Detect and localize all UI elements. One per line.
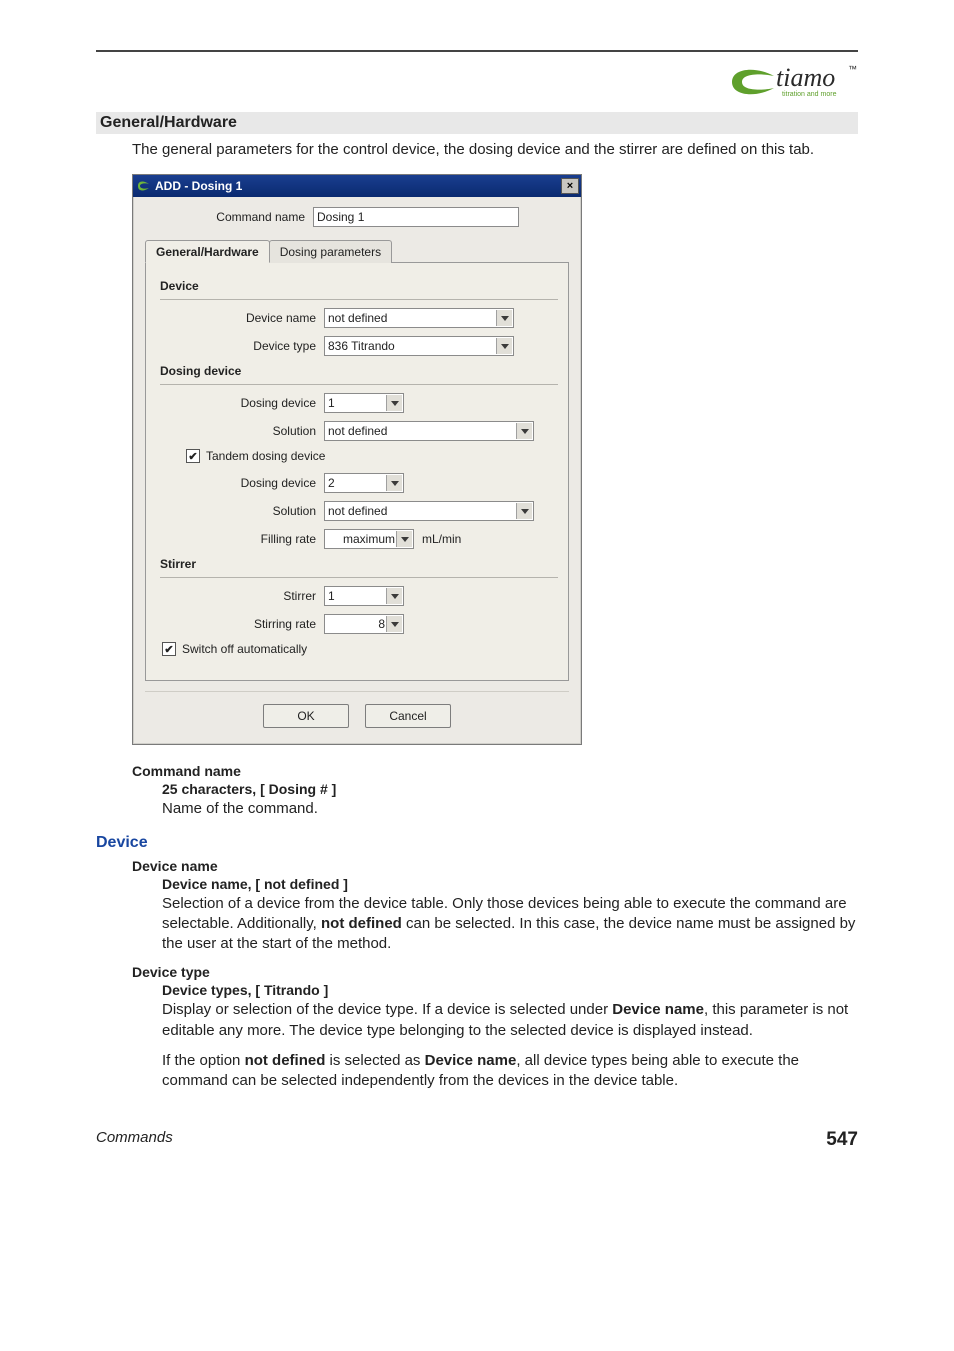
chevron-down-icon bbox=[386, 395, 402, 411]
group-device: Device bbox=[160, 279, 558, 293]
tandem-label: Tandem dosing device bbox=[206, 449, 325, 463]
add-dosing-dialog: ADD - Dosing 1 × Command name Dosing 1 G… bbox=[132, 174, 582, 745]
stirrer-combo[interactable]: 1 bbox=[324, 586, 404, 606]
header-rule bbox=[96, 50, 858, 52]
doc-desc-device-type-p1: Display or selection of the device type.… bbox=[162, 1000, 858, 1041]
brand-logo: tiamo ™ titration and more bbox=[728, 60, 858, 104]
chevron-down-icon bbox=[516, 423, 532, 439]
filling-rate-unit: mL/min bbox=[422, 532, 461, 546]
switch-off-checkbox[interactable]: ✔ bbox=[162, 642, 176, 656]
ok-button[interactable]: OK bbox=[263, 704, 349, 728]
tandem-checkbox[interactable]: ✔ bbox=[186, 449, 200, 463]
chevron-down-icon bbox=[386, 475, 402, 491]
solution2-combo[interactable]: not defined bbox=[324, 501, 534, 521]
group-dosing-device: Dosing device bbox=[160, 364, 558, 378]
solution2-label: Solution bbox=[156, 504, 324, 518]
chevron-down-icon bbox=[516, 503, 532, 519]
chevron-down-icon bbox=[386, 588, 402, 604]
brand-tm: ™ bbox=[848, 64, 857, 74]
intro-paragraph: The general parameters for the control d… bbox=[132, 140, 858, 160]
close-button[interactable]: × bbox=[561, 178, 579, 194]
brand-text: tiamo bbox=[776, 63, 835, 92]
chevron-down-icon bbox=[496, 338, 512, 354]
dosing-device2-label: Dosing device bbox=[156, 476, 324, 490]
device-type-label: Device type bbox=[156, 339, 324, 353]
filling-rate-combo[interactable]: maximum bbox=[324, 529, 414, 549]
doc-term-device-type: Device type bbox=[132, 964, 858, 980]
doc-desc-device-name: Selection of a device from the device ta… bbox=[162, 894, 858, 955]
stirrer-label: Stirrer bbox=[156, 589, 324, 603]
device-name-label: Device name bbox=[156, 311, 324, 325]
device-type-combo[interactable]: 836 Titrando bbox=[324, 336, 514, 356]
section-heading-general-hardware: General/Hardware bbox=[96, 112, 858, 134]
brand-tagline: titration and more bbox=[782, 91, 837, 98]
command-name-input[interactable]: Dosing 1 bbox=[313, 207, 519, 227]
doc-heading-device: Device bbox=[96, 834, 858, 852]
chevron-down-icon bbox=[496, 310, 512, 326]
tabs: General/Hardware Dosing parameters bbox=[145, 239, 569, 263]
page-footer: Commands 547 bbox=[96, 1129, 858, 1151]
app-icon bbox=[137, 179, 151, 193]
dialog-title: ADD - Dosing 1 bbox=[155, 179, 561, 193]
doc-desc-command-name: Name of the command. bbox=[162, 799, 858, 819]
command-name-label: Command name bbox=[145, 210, 313, 224]
stirring-rate-combo[interactable]: 8 bbox=[324, 614, 404, 634]
doc-sub-command-name: 25 characters, [ Dosing # ] bbox=[162, 781, 858, 797]
group-stirrer: Stirrer bbox=[160, 557, 558, 571]
dialog-titlebar: ADD - Dosing 1 × bbox=[133, 175, 581, 197]
doc-sub-device-type: Device types, [ Titrando ] bbox=[162, 982, 858, 998]
dosing-device2-combo[interactable]: 2 bbox=[324, 473, 404, 493]
switch-off-label: Switch off automatically bbox=[182, 642, 307, 656]
doc-desc-device-type-p2: If the option not defined is selected as… bbox=[162, 1051, 858, 1092]
doc-term-command-name: Command name bbox=[132, 763, 858, 779]
chevron-down-icon bbox=[396, 531, 412, 547]
device-name-combo[interactable]: not defined bbox=[324, 308, 514, 328]
tab-general-hardware[interactable]: General/Hardware bbox=[145, 240, 270, 263]
footer-page-number: 547 bbox=[826, 1129, 858, 1151]
doc-sub-device-name: Device name, [ not defined ] bbox=[162, 876, 858, 892]
stirring-rate-label: Stirring rate bbox=[156, 617, 324, 631]
chevron-down-icon bbox=[386, 616, 402, 632]
solution1-label: Solution bbox=[156, 424, 324, 438]
tab-dosing-parameters[interactable]: Dosing parameters bbox=[269, 240, 392, 263]
tab-panel-general: Device Device name not defined Device ty… bbox=[145, 263, 569, 681]
footer-section: Commands bbox=[96, 1129, 173, 1151]
doc-term-device-name: Device name bbox=[132, 858, 858, 874]
dosing-device1-label: Dosing device bbox=[156, 396, 324, 410]
filling-rate-label: Filling rate bbox=[156, 532, 324, 546]
dosing-device1-combo[interactable]: 1 bbox=[324, 393, 404, 413]
cancel-button[interactable]: Cancel bbox=[365, 704, 451, 728]
solution1-combo[interactable]: not defined bbox=[324, 421, 534, 441]
